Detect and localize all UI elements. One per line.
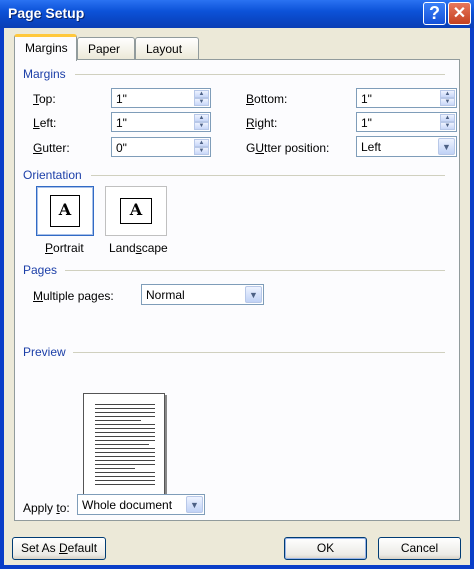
portrait-label: Portrait (45, 241, 84, 255)
ok-button[interactable]: OK (284, 537, 367, 560)
preview-line (95, 484, 155, 485)
gutter-position-dropdown[interactable]: Left ▼ (356, 136, 457, 157)
preview-line (95, 460, 155, 461)
orientation-group-heading: Orientation (23, 168, 445, 182)
margins-tab-panel: Margins Top: 1" ▲ ▼ Left: 1" ▲ ▼ Gutter: 0… (14, 59, 460, 521)
left-margin-spinner[interactable]: 1" ▲ ▼ (111, 112, 211, 132)
left-margin-label: Left: (33, 116, 57, 130)
preview-line (95, 456, 155, 457)
preview-line (95, 476, 155, 477)
preview-line (95, 472, 155, 473)
preview-line (95, 432, 155, 433)
multiple-pages-dropdown[interactable]: Normal ▼ (141, 284, 264, 305)
spin-down-icon[interactable]: ▼ (194, 122, 209, 130)
landscape-page-icon: A (120, 198, 152, 224)
title-bar[interactable]: Page Setup ? ✕ (0, 0, 474, 28)
top-margin-value[interactable]: 1" (116, 92, 127, 106)
preview-group-heading: Preview (23, 345, 445, 359)
right-margin-value[interactable]: 1" (361, 116, 372, 130)
pages-group-heading: Pages (23, 263, 445, 277)
page-setup-dialog: Page Setup ? ✕ Margins Paper Layout Marg… (0, 0, 474, 569)
bottom-margin-spinner[interactable]: 1" ▲ ▼ (356, 88, 457, 108)
group-divider (75, 74, 445, 75)
preview-line (95, 440, 155, 441)
right-margin-label: Right: (246, 116, 278, 130)
spin-down-icon[interactable]: ▼ (194, 147, 209, 155)
tab-margins[interactable]: Margins (14, 34, 77, 61)
spin-up-icon[interactable]: ▲ (194, 114, 209, 122)
gutter-label: Gutter: (33, 141, 70, 155)
margins-heading-label: Margins (23, 67, 66, 81)
portrait-page-icon: A (50, 195, 80, 227)
spin-down-icon[interactable]: ▼ (194, 98, 209, 106)
spin-down-icon[interactable]: ▼ (440, 122, 455, 130)
spin-down-icon[interactable]: ▼ (440, 98, 455, 106)
group-divider (91, 175, 445, 176)
help-button[interactable]: ? (423, 2, 446, 25)
pages-heading-label: Pages (23, 263, 58, 277)
preview-line (95, 408, 155, 409)
top-margin-spinner[interactable]: 1" ▲ ▼ (111, 88, 211, 108)
chevron-down-icon[interactable]: ▼ (186, 496, 203, 513)
apply-to-value[interactable]: Whole document (82, 498, 172, 512)
apply-to-label: Apply to: (23, 501, 70, 515)
margins-group-heading: Margins (23, 67, 445, 81)
preview-line (95, 480, 155, 481)
preview-line (95, 424, 155, 425)
spin-up-icon[interactable]: ▲ (440, 90, 455, 98)
dialog-client-area: Margins Paper Layout Margins Top: 1" ▲ ▼ … (4, 28, 470, 565)
gutter-position-label: GUtter position: (246, 141, 330, 155)
tab-layout[interactable]: Layout (135, 37, 199, 59)
preview-line (95, 420, 141, 421)
preview-line (95, 412, 155, 413)
left-margin-value[interactable]: 1" (116, 116, 127, 130)
landscape-label: Landscape (109, 241, 168, 255)
preview-text-lines (95, 404, 155, 488)
preview-line (95, 452, 155, 453)
spin-up-icon[interactable]: ▲ (440, 114, 455, 122)
apply-to-dropdown[interactable]: Whole document ▼ (77, 494, 205, 515)
tab-paper[interactable]: Paper (77, 37, 135, 59)
bottom-margin-value[interactable]: 1" (361, 92, 372, 106)
preview-line (95, 464, 155, 465)
spin-up-icon[interactable]: ▲ (194, 139, 209, 147)
bottom-margin-label: Bottom: (246, 92, 288, 106)
right-margin-spinner[interactable]: 1" ▲ ▼ (356, 112, 457, 132)
gutter-value[interactable]: 0" (116, 141, 127, 155)
gutter-position-value[interactable]: Left (361, 140, 381, 154)
preview-line (95, 416, 155, 417)
multiple-pages-label: Multiple pages: (33, 289, 114, 303)
orientation-heading-label: Orientation (23, 168, 82, 182)
cancel-button[interactable]: Cancel (378, 537, 461, 560)
spin-up-icon[interactable]: ▲ (194, 90, 209, 98)
page-preview-thumbnail (83, 393, 165, 497)
top-margin-label: Top: (33, 92, 56, 106)
group-divider (65, 270, 445, 271)
preview-line (95, 404, 155, 405)
close-button[interactable]: ✕ (448, 2, 471, 25)
landscape-orientation-button[interactable]: A (105, 186, 167, 236)
preview-line (95, 444, 149, 445)
preview-line (95, 448, 155, 449)
dialog-title: Page Setup (8, 5, 85, 21)
chevron-down-icon[interactable]: ▼ (438, 138, 455, 155)
preview-line (95, 428, 155, 429)
preview-line (95, 468, 135, 469)
group-divider (73, 352, 445, 353)
preview-heading-label: Preview (23, 345, 66, 359)
multiple-pages-value[interactable]: Normal (146, 288, 185, 302)
set-as-default-button[interactable]: Set As Default (12, 537, 106, 560)
portrait-orientation-button[interactable]: A (36, 186, 94, 236)
gutter-spinner[interactable]: 0" ▲ ▼ (111, 137, 211, 157)
chevron-down-icon[interactable]: ▼ (245, 286, 262, 303)
preview-line (95, 436, 155, 437)
